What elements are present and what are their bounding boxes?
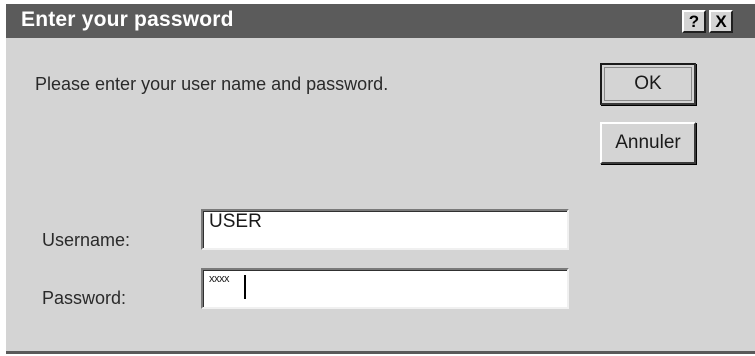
password-masked-value: xxxx — [209, 273, 230, 285]
password-label: Password: — [42, 288, 127, 308]
username-label: Username: — [42, 230, 131, 250]
cancel-button[interactable]: Annuler — [600, 122, 696, 164]
username-value: USER — [209, 211, 262, 232]
help-button[interactable]: ? — [682, 10, 706, 33]
ok-button[interactable]: OK — [600, 63, 696, 105]
password-field[interactable]: xxxx — [201, 268, 569, 309]
password-dialog: Enter your password ? X Please enter you… — [6, 4, 755, 354]
close-button[interactable]: X — [709, 10, 733, 33]
text-cursor — [244, 275, 246, 299]
prompt-text: Please enter your user name and password… — [35, 74, 389, 94]
title-bar[interactable]: Enter your password ? X — [6, 4, 755, 38]
username-field[interactable]: USER — [201, 209, 569, 250]
dialog-title: Enter your password — [21, 8, 234, 31]
page: Enter your password ? X Please enter you… — [0, 0, 755, 356]
